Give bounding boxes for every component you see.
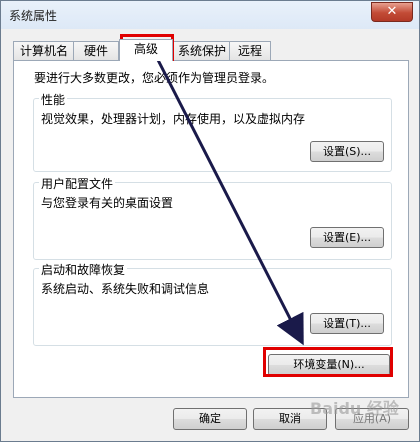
annotation-arrow-icon — [156, 59, 304, 346]
tab-advanced[interactable]: 高级 — [119, 39, 173, 61]
baidu-watermark: Baidu 经验 — [310, 399, 399, 418]
